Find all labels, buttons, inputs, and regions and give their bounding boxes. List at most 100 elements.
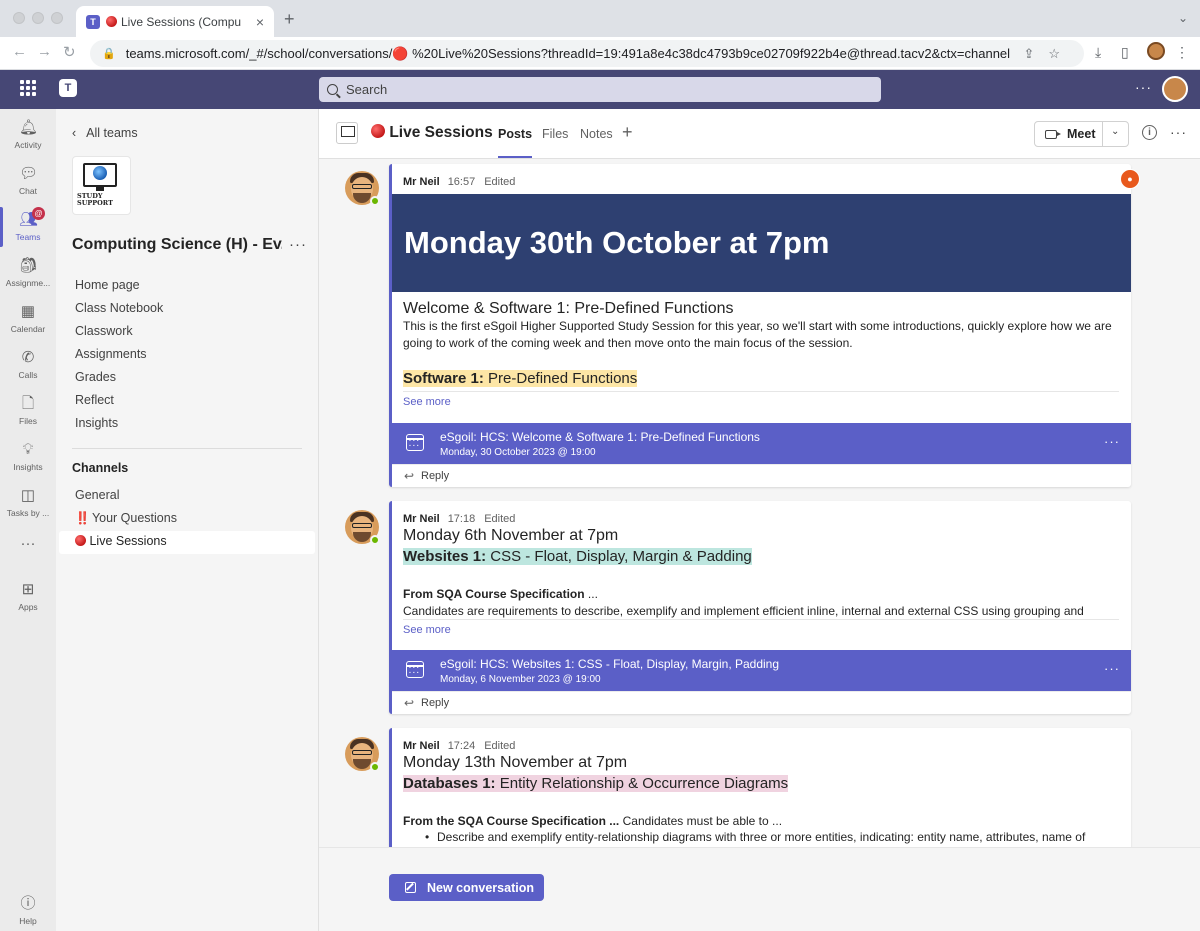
forward-arrow-icon[interactable]: → <box>37 43 52 60</box>
tab-files[interactable]: Files <box>542 127 568 141</box>
browser-menu-icon[interactable]: ⋮ <box>1175 44 1189 61</box>
window-close-button[interactable] <box>13 12 25 24</box>
rail-insights[interactable]: 💡︎ Insights <box>0 435 56 481</box>
reload-icon[interactable]: ↻ <box>63 43 76 61</box>
info-icon[interactable]: i <box>1142 125 1157 140</box>
post-banner-title: Monday 30th October at 7pm <box>404 225 830 260</box>
rail-files[interactable]: 🗋 Files <box>0 389 56 435</box>
tasks-icon: ◫ <box>20 487 36 504</box>
red-circle-icon <box>106 16 117 27</box>
team-more-button[interactable]: ··· <box>289 236 307 253</box>
browser-profile-avatar[interactable] <box>1147 42 1165 60</box>
nav-grades[interactable]: Grades <box>75 369 163 392</box>
channel-list: General ‼️ Your Questions Live Sessions <box>56 485 319 554</box>
more-dots-icon: ··· <box>20 535 36 552</box>
browser-tab-live-sessions[interactable]: T Live Sessions (Computing × <box>76 6 274 37</box>
download-icon[interactable]: ⤓ <box>1095 44 1101 61</box>
post-meta: Mr Neil 17:18 Edited <box>403 513 515 525</box>
add-tab-button[interactable]: + <box>622 122 633 143</box>
meeting-card[interactable]: eSgoil: HCS: Welcome & Software 1: Pre-D… <box>392 423 1131 464</box>
rail-calendar[interactable]: ▦ Calendar <box>0 297 56 343</box>
search-box[interactable] <box>319 77 881 102</box>
post-meta: Mr Neil 16:57 Edited <box>403 176 515 188</box>
window-minimize-button[interactable] <box>32 12 44 24</box>
calendar-icon <box>406 661 424 678</box>
nav-reflect[interactable]: Reflect <box>75 392 163 415</box>
new-conversation-button[interactable]: New conversation <box>389 874 544 901</box>
browser-tab-strip: T Live Sessions (Computing × + ⌄ <box>0 0 1200 37</box>
post-edited-label: Edited <box>484 513 516 525</box>
sidepanel-icon[interactable]: ▯ <box>1121 44 1129 61</box>
post-author[interactable]: Mr Neil <box>403 513 440 525</box>
new-tab-button[interactable]: + <box>284 9 295 30</box>
channel-title: Live Sessions <box>371 124 493 142</box>
post-author[interactable]: Mr Neil <box>403 176 440 188</box>
post-highlight: Software 1: Pre-Defined Functions <box>403 370 638 387</box>
tab-notes[interactable]: Notes <box>580 127 613 141</box>
nav-classwork[interactable]: Classwork <box>75 323 163 346</box>
post-author[interactable]: Mr Neil <box>403 740 440 752</box>
file-icon: 🗋 <box>21 395 35 412</box>
reply-arrow-icon: ↩ <box>404 469 415 483</box>
globe-icon <box>93 166 107 180</box>
rail-more-apps[interactable]: ··· <box>0 533 56 557</box>
nav-insights[interactable]: Insights <box>75 415 163 438</box>
nav-class-notebook[interactable]: Class Notebook <box>75 300 163 323</box>
app-launcher-icon[interactable] <box>20 80 36 96</box>
post-card: Mr Neil 16:57 Edited Monday 30th October a… <box>389 164 1131 487</box>
rail-calls[interactable]: ✆ Calls <box>0 343 56 389</box>
rail-chat[interactable]: 💬︎ Chat <box>0 159 56 205</box>
team-logo-text: STUDY SUPPORT <box>77 192 113 207</box>
close-tab-icon[interactable]: × <box>256 14 264 30</box>
see-more-link[interactable]: See more <box>403 624 451 636</box>
channel-general[interactable]: General <box>56 485 319 508</box>
reply-button[interactable]: ↩ Reply <box>392 691 1131 714</box>
team-nav: Home page Class Notebook Classwork Assig… <box>75 277 163 438</box>
post-bullet-item: Describe and exemplify entity-relationsh… <box>425 830 1085 844</box>
meeting-more-button[interactable]: ··· <box>1104 661 1120 676</box>
rail-tasks[interactable]: ◫ Tasks by ... <box>0 481 56 527</box>
post-edited-label: Edited <box>484 740 516 752</box>
channel-live-sessions[interactable]: Live Sessions <box>59 531 315 554</box>
post-highlight: Websites 1: CSS - Float, Display, Margin… <box>403 548 752 565</box>
meeting-card[interactable]: eSgoil: HCS: Websites 1: CSS - Float, Di… <box>392 650 1131 691</box>
search-input[interactable] <box>346 82 846 97</box>
presence-available-icon <box>370 535 380 545</box>
back-arrow-icon[interactable]: ← <box>12 43 27 60</box>
chevron-down-icon[interactable]: ⌄ <box>1111 126 1119 137</box>
nav-assignments[interactable]: Assignments <box>75 346 163 369</box>
rail-activity[interactable]: 🔔︎ Activity <box>0 113 56 159</box>
rail-teams[interactable]: 👥︎ Teams @ <box>0 205 56 251</box>
meeting-title: eSgoil: HCS: Welcome & Software 1: Pre-D… <box>440 430 760 444</box>
team-name[interactable]: Computing Science (H) - Ev... <box>72 236 282 254</box>
address-bar[interactable]: 🔒 teams.microsoft.com/_#/school/conversa… <box>90 40 1084 67</box>
see-more-link[interactable]: See more <box>403 396 451 408</box>
tab-search-chevron-icon[interactable]: ⌄ <box>1178 11 1188 25</box>
meet-button[interactable]: Meet ⌄ <box>1034 121 1129 147</box>
rail-apps[interactable]: ⊞ Apps <box>0 575 56 621</box>
share-and-bookmark-icons[interactable]: ⇪☆ <box>1023 46 1074 62</box>
post-highlight: Databases 1: Entity Relationship & Occur… <box>403 775 789 792</box>
compose-icon <box>405 882 416 893</box>
user-avatar[interactable] <box>1162 76 1188 102</box>
chat-icon: 💬︎ <box>19 165 39 182</box>
channel-your-questions[interactable]: ‼️ Your Questions <box>56 508 319 531</box>
bell-icon: 🔔︎ <box>19 119 39 136</box>
nav-home-page[interactable]: Home page <box>75 277 163 300</box>
tab-posts[interactable]: Posts <box>498 127 533 158</box>
rail-help[interactable]: ⓘ Help <box>0 889 56 931</box>
header-more-button[interactable]: ··· <box>1135 79 1152 95</box>
all-teams-link[interactable]: ‹ All teams <box>72 126 138 140</box>
reply-button[interactable]: ↩ Reply <box>392 464 1131 487</box>
reaction-icon[interactable]: ● <box>1120 169 1140 189</box>
team-logo: STUDY SUPPORT <box>72 156 131 215</box>
calendar-icon: ▦ <box>20 303 36 320</box>
app-rail: 🔔︎ Activity 💬︎ Chat 👥︎ Teams @ 🎒︎ Assignme..… <box>0 109 56 931</box>
help-icon: ⓘ <box>20 895 36 912</box>
channel-more-button[interactable]: ··· <box>1170 124 1187 140</box>
double-exclamation-icon: ‼️ <box>75 511 90 525</box>
window-zoom-button[interactable] <box>51 12 63 24</box>
meeting-more-button[interactable]: ··· <box>1104 434 1120 449</box>
url-text[interactable]: teams.microsoft.com/_#/school/conversati… <box>126 46 1010 62</box>
rail-assignments[interactable]: 🎒︎ Assignme... <box>0 251 56 297</box>
